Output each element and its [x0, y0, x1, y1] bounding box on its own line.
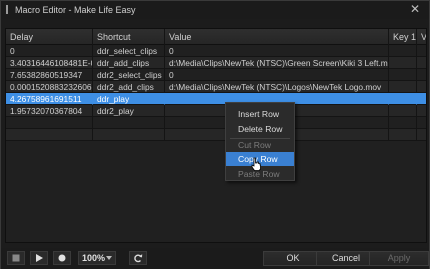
delay-cell[interactable]: 7.65382860519347	[6, 69, 93, 81]
delay-cell[interactable]: 1.95732070367804	[6, 105, 93, 117]
delay-cell[interactable]: 0	[6, 45, 93, 57]
empty-cell	[6, 117, 93, 129]
empty-cell	[417, 117, 426, 129]
delay-cell[interactable]: 4.26758961691511	[6, 93, 93, 105]
table-row[interactable]: 0.000152088323260614 ddr2_add_clips d:\Med…	[6, 81, 426, 93]
menu-item-delete-row[interactable]: Delete Row	[226, 122, 294, 136]
key1-cell[interactable]	[389, 81, 417, 93]
shortcut-cell[interactable]: ddr2_add_clips	[93, 81, 165, 93]
play-button[interactable]	[30, 251, 48, 265]
table-row[interactable]: 3.40316446108481E-05 ddr_add_clips d:\Medi…	[6, 57, 426, 69]
loop-button[interactable]	[129, 251, 147, 265]
zoom-select[interactable]: 100%	[78, 251, 116, 265]
empty-cell	[6, 129, 93, 141]
zoom-value: 100%	[82, 253, 106, 263]
title-bar: Macro Editor - Make Life Easy ✕	[1, 1, 429, 19]
empty-row	[6, 129, 426, 141]
column-header-delay[interactable]: Delay	[6, 29, 93, 45]
window-title: Macro Editor - Make Life Easy	[15, 5, 136, 15]
delay-cell[interactable]: 3.40316446108481E-05	[6, 57, 93, 69]
va-cell[interactable]	[417, 81, 426, 93]
va-cell[interactable]	[417, 69, 426, 81]
shortcut-cell[interactable]: ddr_play	[93, 93, 165, 105]
shortcut-cell[interactable]: ddr2_select_clips	[93, 69, 165, 81]
chevron-down-icon	[106, 256, 112, 260]
macro-table[interactable]: Delay Shortcut Value Key 1 Va 0ddr_selec…	[5, 28, 427, 243]
value-cell[interactable]: d:\Media\Clips\NewTek (NTSC)\Green Scree…	[165, 57, 389, 69]
empty-cell	[93, 117, 165, 129]
key1-cell[interactable]	[389, 57, 417, 69]
macro-editor-window: Macro Editor - Make Life Easy ✕ Delay Sh…	[0, 0, 430, 269]
empty-row	[6, 117, 426, 129]
footer-toolbar: 100% OK Cancel Apply	[1, 248, 429, 269]
value-cell[interactable]: 0	[165, 69, 389, 81]
va-cell[interactable]	[417, 105, 426, 117]
stop-button[interactable]	[7, 251, 25, 265]
empty-cell	[389, 117, 417, 129]
hand-cursor-icon	[251, 157, 261, 171]
play-icon	[36, 254, 43, 262]
table-row[interactable]: 4.26758961691511 ddr_play	[6, 93, 426, 105]
va-cell[interactable]	[417, 57, 426, 69]
stop-icon	[12, 254, 20, 262]
table-header: Delay Shortcut Value Key 1 Va	[6, 29, 426, 45]
empty-cell	[389, 129, 417, 141]
menu-item-cut-row[interactable]: Cut Row	[226, 138, 294, 152]
close-button[interactable]: ✕	[409, 3, 421, 15]
delay-cell[interactable]: 0.000152088323260614	[6, 81, 93, 93]
record-icon	[58, 254, 66, 262]
table-row[interactable]: 1.95732070367804 ddr2_play	[6, 105, 426, 117]
app-icon	[6, 5, 12, 14]
column-header-shortcut[interactable]: Shortcut	[93, 29, 165, 45]
va-cell[interactable]	[417, 45, 426, 57]
table-row[interactable]: 7.65382860519347 ddr2_select_clips 0	[6, 69, 426, 81]
table-row[interactable]: 0 ddr_select_clips 0	[6, 45, 426, 57]
value-cell[interactable]: d:\Media\Clips\NewTek (NTSC)\Logos\NewTe…	[165, 81, 389, 93]
empty-cell	[417, 129, 426, 141]
column-header-value[interactable]: Value	[165, 29, 389, 45]
value-cell[interactable]: 0	[165, 45, 389, 57]
record-button[interactable]	[53, 251, 71, 265]
key1-cell[interactable]	[389, 45, 417, 57]
column-header-key1[interactable]: Key 1	[389, 29, 417, 45]
empty-cell	[93, 129, 165, 141]
apply-button[interactable]: Apply	[369, 251, 429, 266]
key1-cell[interactable]	[389, 105, 417, 117]
key1-cell[interactable]	[389, 69, 417, 81]
menu-item-insert-row[interactable]: Insert Row	[226, 107, 294, 121]
shortcut-cell[interactable]: ddr_add_clips	[93, 57, 165, 69]
shortcut-cell[interactable]: ddr_select_clips	[93, 45, 165, 57]
shortcut-cell[interactable]: ddr2_play	[93, 105, 165, 117]
ok-button[interactable]: OK	[263, 251, 323, 266]
loop-icon	[134, 254, 143, 263]
va-cell[interactable]	[417, 93, 426, 105]
column-header-va[interactable]: Va	[417, 29, 426, 45]
cancel-button[interactable]: Cancel	[316, 251, 376, 266]
key1-cell[interactable]	[389, 93, 417, 105]
